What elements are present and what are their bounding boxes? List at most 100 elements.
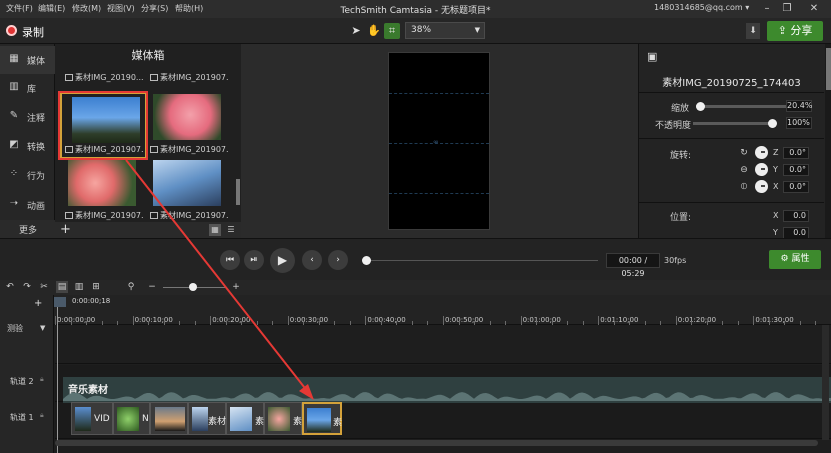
ruler-minor-tick	[272, 321, 274, 325]
crop-tool-icon[interactable]: ⌗	[384, 23, 400, 39]
clip-thumbnail	[230, 407, 252, 431]
play-icon[interactable]: ▶	[270, 248, 295, 273]
video-clip[interactable]	[150, 402, 188, 435]
media-item[interactable]: 素材IMG_20190...	[62, 62, 143, 84]
copy-icon[interactable]: ▤	[56, 281, 68, 293]
nav-more[interactable]: 更多	[0, 220, 55, 238]
playhead-handle[interactable]	[54, 297, 66, 307]
download-icon[interactable]: ⬇	[746, 23, 760, 39]
record-icon[interactable]	[6, 25, 17, 36]
properties-button[interactable]: ⚙ 属性	[769, 250, 821, 269]
media-thumbnail	[153, 160, 221, 206]
canvas-guide	[389, 93, 489, 94]
image-clip[interactable]: 素	[264, 402, 302, 435]
scale-slider-handle[interactable]	[696, 102, 705, 111]
step-back-icon[interactable]: ⏯	[244, 250, 264, 270]
timeline-horizontal-scrollbar[interactable]	[55, 440, 818, 446]
media-item[interactable]: 素材IMG_201907...	[147, 160, 228, 224]
scrub-handle[interactable]	[362, 256, 371, 265]
media-bin-scrollbar[interactable]	[236, 179, 240, 205]
rotation-y-dial[interactable]	[755, 163, 768, 176]
nav-transitions[interactable]: ◩ 转换	[0, 132, 55, 160]
nav-library[interactable]: ▥ 库	[0, 74, 55, 102]
pan-tool-icon[interactable]: ✋	[366, 23, 382, 39]
media-item-selected[interactable]: 素材IMG_201907...	[60, 92, 147, 159]
media-item[interactable]: 素材IMG_201907...	[147, 94, 228, 158]
rotate-y-icon: ⊖	[740, 165, 748, 175]
zoom-in-icon[interactable]: +	[230, 281, 242, 293]
position-x-value[interactable]: 0.0	[783, 210, 809, 222]
media-item[interactable]: 素材IMG_201907...	[62, 160, 143, 224]
ruler-minor-tick	[396, 321, 398, 325]
zoom-out-icon[interactable]: −	[146, 281, 158, 293]
playback-bar: ⏮ ⏯ ▶ ‹ › 00:00 / 05:29 30fps ⚙ 属性	[0, 238, 831, 280]
film-icon: ▦	[9, 53, 19, 64]
visual-properties-icon[interactable]: ▣	[647, 50, 657, 63]
share-button[interactable]: ⇪ 分享	[767, 21, 823, 41]
image-clip[interactable]: 素	[226, 402, 264, 435]
image-clip-selected[interactable]: 素	[302, 402, 342, 435]
zoom-select[interactable]: 38% ▼	[405, 22, 485, 39]
rotation-z-value[interactable]: 0.0°	[783, 147, 809, 159]
rotation-x-value[interactable]: 0.0°	[783, 181, 809, 193]
previous-frame-icon[interactable]: ⏮	[220, 250, 240, 270]
opacity-slider-handle[interactable]	[768, 119, 777, 128]
chevron-down-icon[interactable]: ▼	[40, 324, 45, 332]
video-clip[interactable]: VID	[71, 402, 113, 435]
account-menu[interactable]: 1480314685@qq.com ▾	[654, 3, 749, 12]
nav-media[interactable]: ▦ 媒体	[0, 46, 55, 74]
scrub-track[interactable]	[366, 260, 598, 261]
clip-thumbnail	[307, 408, 331, 432]
restore-icon[interactable]: ❐	[780, 2, 794, 16]
paste-icon[interactable]: ▥	[73, 281, 85, 293]
minimize-icon[interactable]: –	[760, 2, 774, 16]
opacity-slider[interactable]	[693, 119, 777, 128]
lock-icon[interactable]: 🔒︎	[40, 375, 44, 384]
chevron-left-icon[interactable]: ‹	[302, 250, 322, 270]
search-icon[interactable]: ⚲	[125, 281, 137, 293]
preview-canvas[interactable]: ∞	[388, 52, 490, 230]
grid-view-icon[interactable]: ▦	[209, 224, 221, 236]
nav-more-label: 更多	[19, 226, 38, 236]
nav-behaviors[interactable]: ⁘ 行为	[0, 161, 55, 189]
nav-annotations[interactable]: ✎ 注释	[0, 103, 55, 131]
playhead-line[interactable]	[57, 307, 58, 453]
fps-display[interactable]: 30fps	[664, 256, 686, 265]
list-view-icon[interactable]: ☰	[225, 224, 237, 236]
properties-scrollbar[interactable]	[825, 44, 831, 238]
annotation-icon: ✎	[9, 110, 19, 121]
record-button[interactable]: 录制	[22, 24, 44, 40]
add-media-icon[interactable]: +	[60, 222, 71, 238]
lock-icon[interactable]: 🔒︎	[40, 411, 44, 420]
timeline-zoom-handle[interactable]	[189, 283, 197, 291]
media-item[interactable]: 素材IMG_201907...	[147, 62, 228, 84]
timeline-vertical-scrollbar[interactable]	[822, 325, 829, 440]
undo-icon[interactable]: ↶	[4, 281, 16, 293]
pointer-tool-icon[interactable]: ➤	[348, 23, 364, 39]
rotation-y-value[interactable]: 0.0°	[783, 164, 809, 176]
ruler-minor-tick	[489, 321, 491, 325]
add-track-icon[interactable]: +	[34, 298, 42, 309]
split-icon[interactable]: ⊞	[90, 281, 102, 293]
cut-icon[interactable]: ✂	[38, 281, 50, 293]
scale-slider[interactable]	[696, 102, 786, 111]
chevron-right-icon[interactable]: ›	[328, 250, 348, 270]
music-clip[interactable]: 音乐素材	[63, 377, 831, 403]
media-bin: 媒体箱 素材IMG_20190... 素材IMG_201907... 素材IMG…	[55, 44, 241, 238]
rotation-z-dial[interactable]	[755, 146, 768, 159]
media-thumbnail	[68, 160, 136, 206]
video-clip[interactable]: N	[113, 402, 150, 435]
properties-panel: ▣ 素材IMG_20190725_174403 缩放 20.4% 不透明度 10…	[638, 44, 831, 239]
close-icon[interactable]: ✕	[807, 2, 821, 16]
marker-track[interactable]	[55, 326, 831, 364]
scale-value[interactable]: 20.4%	[786, 100, 812, 112]
image-clip[interactable]: 素材	[188, 402, 226, 435]
opacity-value[interactable]: 100%	[786, 117, 812, 129]
time-ruler[interactable]: 0:00:00;00 0:00:10;00 0:00:20;00 0:00:30;00…	[54, 295, 831, 325]
properties-scrollbar-thumb[interactable]	[826, 48, 831, 90]
nav-animations[interactable]: ➝ 动画	[0, 191, 55, 219]
ruler-tick	[55, 316, 56, 325]
redo-icon[interactable]: ↷	[21, 281, 33, 293]
ruler-tick-label: 0:01:30;00	[755, 316, 794, 324]
rotation-x-dial[interactable]	[755, 180, 768, 193]
